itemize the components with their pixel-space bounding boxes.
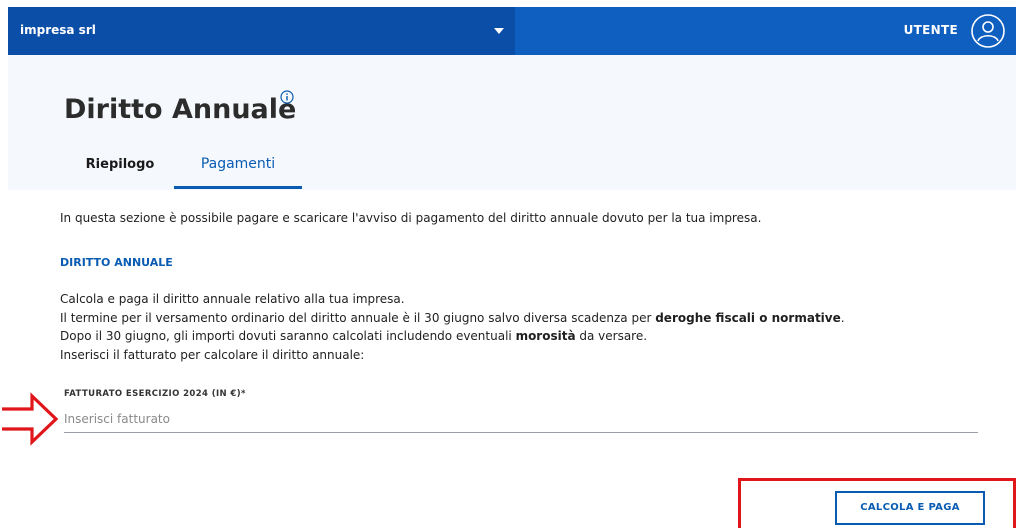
fatturato-label: FATTURATO ESERCIZIO 2024 (IN €)* bbox=[64, 389, 246, 399]
intro-text: In questa sezione è possibile pagare e s… bbox=[60, 211, 762, 225]
description-line: Dopo il 30 giugno, gli importi dovuti sa… bbox=[60, 327, 845, 346]
description-block: Calcola e paga il diritto annuale relati… bbox=[60, 290, 845, 364]
info-icon[interactable] bbox=[280, 90, 294, 104]
bold-text: morosità bbox=[515, 329, 576, 343]
description-line: Il termine per il versamento ordinario d… bbox=[60, 309, 845, 328]
company-name: impresa srl bbox=[20, 23, 96, 37]
active-tab-indicator bbox=[174, 186, 302, 189]
text-segment: . bbox=[840, 310, 845, 325]
text-segment: Dopo il 30 giugno, gli importi dovuti sa… bbox=[60, 329, 516, 343]
company-selector[interactable]: impresa srl bbox=[8, 7, 515, 55]
text-segment: da versare. bbox=[575, 329, 648, 343]
top-navigation-bar: impresa srl UTENTE bbox=[8, 7, 1016, 55]
chevron-down-icon bbox=[494, 28, 504, 34]
user-label[interactable]: UTENTE bbox=[904, 23, 958, 37]
arrow-right-icon bbox=[2, 392, 59, 446]
section-title: DIRITTO ANNUALE bbox=[60, 256, 173, 269]
page-title: Diritto Annuale bbox=[64, 94, 297, 125]
text-segment: Il termine per il versamento ordinario d… bbox=[60, 310, 656, 325]
description-line: Calcola e paga il diritto annuale relati… bbox=[60, 292, 405, 306]
calcola-e-paga-button[interactable]: CALCOLA E PAGA bbox=[835, 491, 985, 525]
tab-pagamenti[interactable]: Pagamenti bbox=[174, 150, 302, 188]
bold-text: deroghe fiscali o normative bbox=[655, 310, 841, 325]
user-avatar-icon[interactable] bbox=[970, 13, 1006, 49]
fatturato-input[interactable] bbox=[64, 405, 978, 433]
description-line: Inserisci il fatturato per calcolare il … bbox=[60, 347, 365, 362]
tab-riepilogo[interactable]: Riepilogo bbox=[80, 150, 160, 188]
